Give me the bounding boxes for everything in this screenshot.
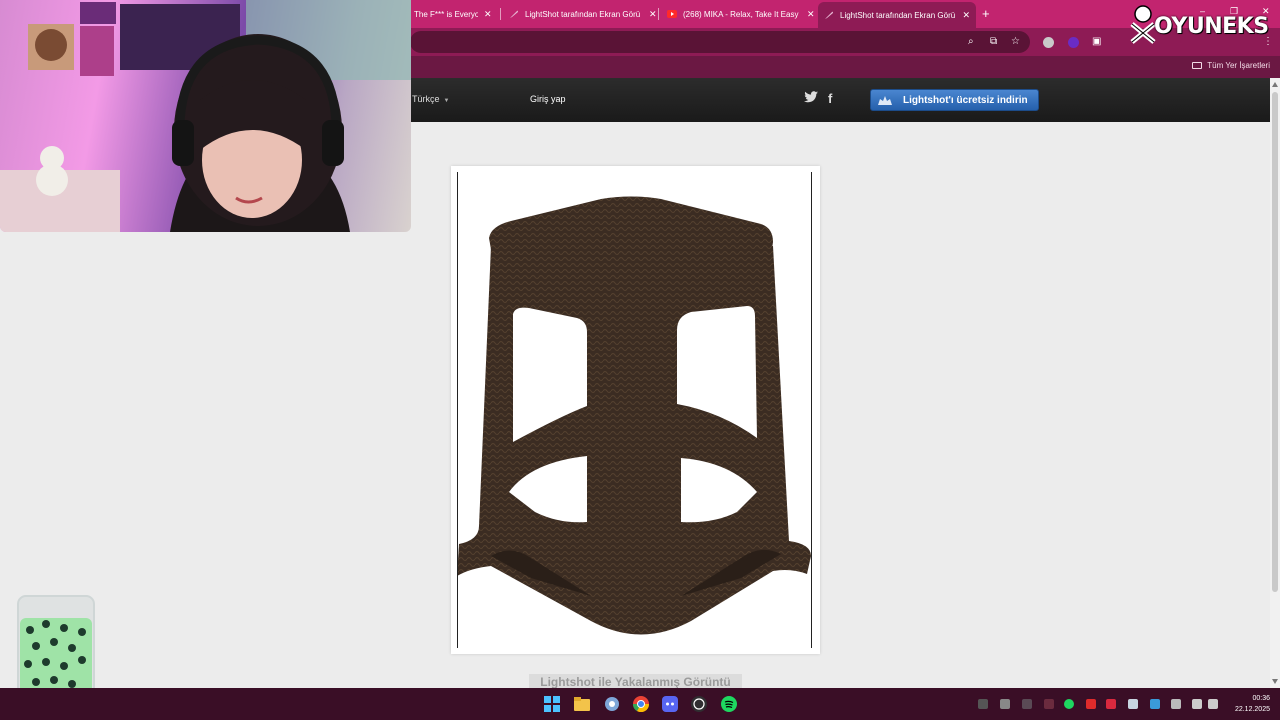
folder-icon (1192, 62, 1203, 69)
discord-icon[interactable] (662, 696, 678, 712)
tray-icon[interactable] (1000, 699, 1010, 709)
volume-icon[interactable] (1208, 699, 1218, 709)
steam-tray-icon[interactable] (1128, 699, 1138, 709)
language-selector[interactable]: Türkçe ▼ (412, 94, 449, 104)
lightshot-app-icon (878, 96, 892, 105)
tab-1-title: The F*** is Everyo (414, 9, 478, 19)
extension-icon[interactable] (1043, 37, 1054, 48)
tab-4-active[interactable]: LightShot tarafından Ekran Görü ✕ (818, 2, 976, 28)
stool-image (457, 196, 811, 635)
tray-icon[interactable] (1106, 699, 1116, 709)
tab-1[interactable]: The F*** is Everyo ✕ (408, 4, 498, 24)
scrollbar-thumb[interactable] (1272, 92, 1278, 592)
screenshot-image[interactable] (451, 166, 820, 654)
new-tab-button[interactable]: + (982, 6, 990, 21)
bookmark-star-icon[interactable]: ☆ (1011, 36, 1020, 48)
tab-1-close-icon[interactable]: ✕ (484, 9, 492, 20)
network-icon[interactable] (1192, 699, 1202, 709)
chrome-icon[interactable] (633, 696, 649, 712)
windows-start-icon[interactable] (544, 696, 560, 712)
clock-time: 00:36 (1252, 695, 1270, 702)
extensions-puzzle-icon[interactable]: ▣ (1092, 36, 1101, 48)
extension-icon[interactable] (1068, 37, 1079, 48)
tab-4-close-icon[interactable]: ✕ (962, 10, 970, 21)
lightshot-feather-icon (509, 9, 519, 19)
app-icon[interactable] (604, 696, 620, 712)
windows-taskbar: 00:36 22.12.2025 (0, 688, 1280, 720)
scroll-down-arrow-icon[interactable] (1272, 679, 1278, 684)
tab-2-title: LightShot tarafından Ekran Görü (525, 9, 641, 19)
system-clock[interactable]: 00:36 22.12.2025 (1226, 693, 1270, 715)
spotify-icon[interactable] (721, 696, 737, 712)
install-app-icon[interactable]: ⧉ (990, 36, 997, 48)
tray-icon[interactable] (978, 699, 988, 709)
download-button-label: Lightshot'ı ücretsiz indirin (903, 94, 1028, 106)
lightshot-feather-icon (824, 10, 834, 20)
tab-4-title: LightShot tarafından Ekran Görü (840, 10, 956, 20)
webcam-feed (0, 0, 411, 232)
webcam-overlay (0, 0, 411, 232)
facebook-icon[interactable]: f (828, 91, 832, 106)
file-explorer-icon[interactable] (574, 696, 590, 712)
tray-icon[interactable] (1044, 699, 1054, 709)
tray-icon[interactable] (1150, 699, 1160, 709)
omnibox[interactable] (410, 31, 1030, 53)
all-bookmarks-label: Tüm Yer İşaretleri (1207, 61, 1270, 70)
tab-3-title: (268) MIKA - Relax, Take It Easy (683, 9, 799, 19)
brand-logo: OYUNEKS (1128, 4, 1278, 44)
microphone-icon[interactable] (1171, 699, 1181, 709)
brand-logo-text: OYUNEKS (1154, 14, 1269, 39)
obs-icon[interactable] (691, 696, 707, 712)
twitter-icon[interactable] (804, 91, 818, 106)
scroll-up-arrow-icon[interactable] (1272, 82, 1278, 87)
clock-date: 22.12.2025 (1234, 706, 1270, 713)
tab-2[interactable]: LightShot tarafından Ekran Görü ✕ (503, 4, 663, 24)
page-scrollbar[interactable] (1270, 78, 1280, 688)
tray-icon[interactable] (1086, 699, 1096, 709)
tab-3-close-icon[interactable]: ✕ (807, 9, 815, 20)
chevron-down-icon: ▼ (443, 98, 450, 104)
zoom-icon[interactable]: ⌕ (968, 36, 974, 48)
spotify-tray-icon[interactable] (1064, 699, 1074, 709)
all-bookmarks-button[interactable]: Tüm Yer İşaretleri (1192, 61, 1270, 70)
youtube-icon (667, 9, 677, 19)
download-lightshot-button[interactable]: Lightshot'ı ücretsiz indirin (870, 89, 1039, 111)
tab-3[interactable]: (268) MIKA - Relax, Take It Easy ✕ (661, 4, 821, 24)
language-label: Türkçe (412, 94, 440, 104)
tab-2-close-icon[interactable]: ✕ (649, 9, 657, 20)
login-link[interactable]: Giriş yap (530, 94, 566, 104)
tray-icon[interactable] (1022, 699, 1032, 709)
